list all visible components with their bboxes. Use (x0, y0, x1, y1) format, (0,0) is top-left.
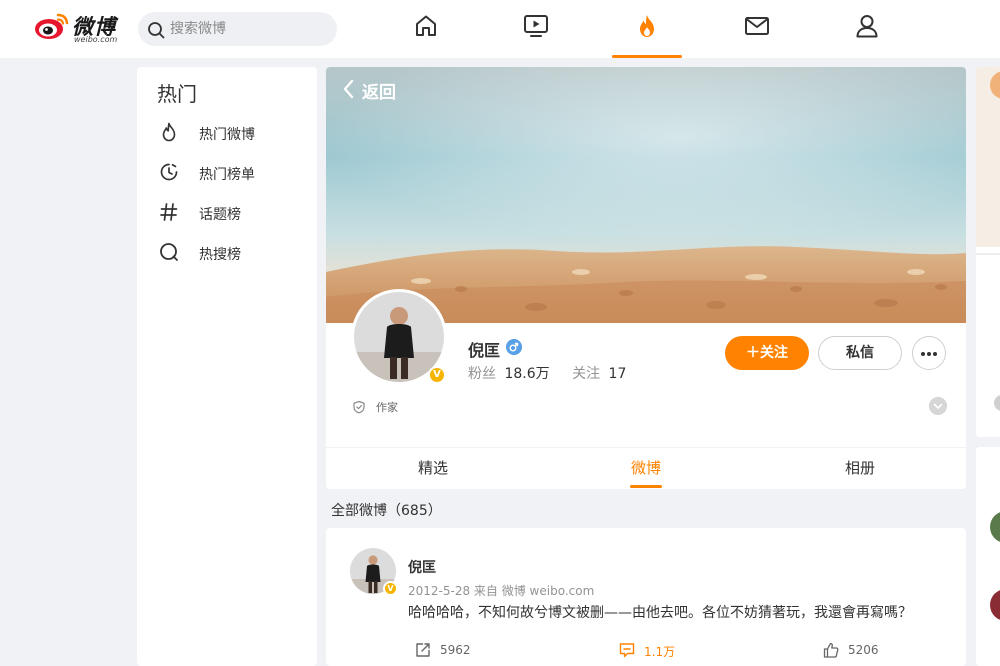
hashtag-icon (160, 203, 178, 221)
nav-home-button[interactable] (412, 12, 440, 40)
search-box[interactable] (138, 12, 337, 46)
clock-icon (160, 163, 178, 181)
back-label: 返回 (362, 83, 396, 103)
post-author-avatar[interactable]: V (350, 548, 398, 596)
profile-stats: 粉丝 18.6万 关注 17 (468, 363, 626, 383)
fans-count[interactable]: 18.6万 (504, 366, 549, 382)
follow-button[interactable]: ＋关注 (725, 336, 809, 370)
feed-item: V 倪匡 2012-5-28 来自 微博 weibo.com 哈哈哈哈，不知何故… (326, 528, 966, 666)
nav-video-button[interactable] (522, 12, 550, 40)
verified-badge: V (428, 366, 446, 384)
sidebar-title: 热门 (157, 82, 197, 106)
weibo-eye-icon (35, 13, 69, 39)
sidebar-item-topics[interactable]: 话题榜 (137, 195, 317, 231)
more-options-button[interactable] (912, 336, 946, 370)
follow-button-label: 关注 (760, 345, 788, 361)
tab-featured[interactable]: 精选 (373, 448, 493, 489)
post-meta: 2012-5-28 来自 微博 weibo.com (408, 584, 595, 598)
video-icon (524, 15, 548, 37)
repost-count: 5962 (440, 643, 471, 657)
nav-message-button[interactable] (743, 12, 771, 40)
sidebar-item-label: 热门榜单 (199, 167, 255, 183)
sidebar-item-hot-weibo[interactable]: 热门微博 (137, 115, 317, 151)
home-icon (416, 15, 436, 36)
nav-active-indicator (612, 55, 682, 58)
sidebar-item-label: 话题榜 (199, 207, 241, 223)
plus-icon: ＋ (746, 345, 760, 361)
fire-icon (162, 122, 176, 142)
cover-image (326, 67, 966, 323)
search-icon (148, 22, 165, 39)
following-count[interactable]: 17 (609, 366, 627, 382)
profile-tagline: 作家 (352, 399, 398, 415)
sidebar-item-hot-list[interactable]: 热门榜单 (137, 155, 317, 191)
post-author-name[interactable]: 倪匡 (408, 557, 436, 577)
comment-count: 1.1万 (644, 645, 676, 659)
user-icon (856, 15, 878, 38)
verified-badge: V (383, 581, 398, 596)
hot-icon (640, 15, 654, 37)
thumbs-up-icon (823, 642, 839, 658)
tab-weibo[interactable]: 微博 (586, 448, 706, 489)
post-text: 哈哈哈哈，不知何故兮博文被删——由他去吧。各位不妨猜著玩，我還會再寫嗎？ (408, 605, 912, 621)
sidebar-item-hot-search[interactable]: 热搜榜 (137, 235, 317, 271)
nav-profile-button[interactable] (853, 12, 881, 40)
tab-active-indicator (630, 485, 662, 488)
right-sidebar-card-2 (976, 447, 1000, 666)
mail-icon (745, 17, 769, 35)
profile-name: 倪匡 (468, 341, 501, 360)
weibo-count-label: 全部微博（685） (331, 503, 442, 519)
comment-icon (619, 643, 635, 658)
search-circle-icon (160, 243, 178, 261)
right-sidebar-card (976, 67, 1000, 437)
sidebar-item-label: 热搜榜 (199, 247, 241, 263)
following-label: 关注 (572, 366, 601, 382)
fans-label: 粉丝 (468, 366, 496, 382)
top-navigation-bar: 微博 weibo.com (0, 0, 1000, 58)
sidebar-item-label: 热门微博 (199, 127, 255, 143)
nav-hot-button[interactable] (633, 12, 661, 40)
male-icon (506, 339, 522, 355)
right-card2-image (976, 447, 1000, 666)
weibo-logo[interactable]: 微博 weibo.com (34, 11, 129, 45)
right-card-image (976, 67, 1000, 437)
logo-subtext: weibo.com (74, 35, 118, 44)
profile-card: 返回 V 倪匡 粉丝 18.6万 关注 17 ＋关注 私信 作家 (326, 67, 966, 447)
chevron-left-icon (343, 79, 354, 99)
like-count: 5206 (848, 643, 879, 657)
profile-avatar[interactable]: V (351, 289, 447, 385)
shield-icon (353, 400, 365, 414)
message-button[interactable]: 私信 (818, 336, 902, 370)
tagline-text: 作家 (376, 401, 398, 414)
expand-icon[interactable] (929, 397, 947, 415)
profile-tabs: 精选 微博 相册 (326, 448, 966, 489)
search-input[interactable] (170, 19, 320, 39)
repost-icon (416, 643, 430, 657)
tab-album[interactable]: 相册 (800, 448, 920, 489)
left-sidebar: 热门 热门微博 热门榜单 话题榜 热搜榜 (137, 67, 317, 666)
